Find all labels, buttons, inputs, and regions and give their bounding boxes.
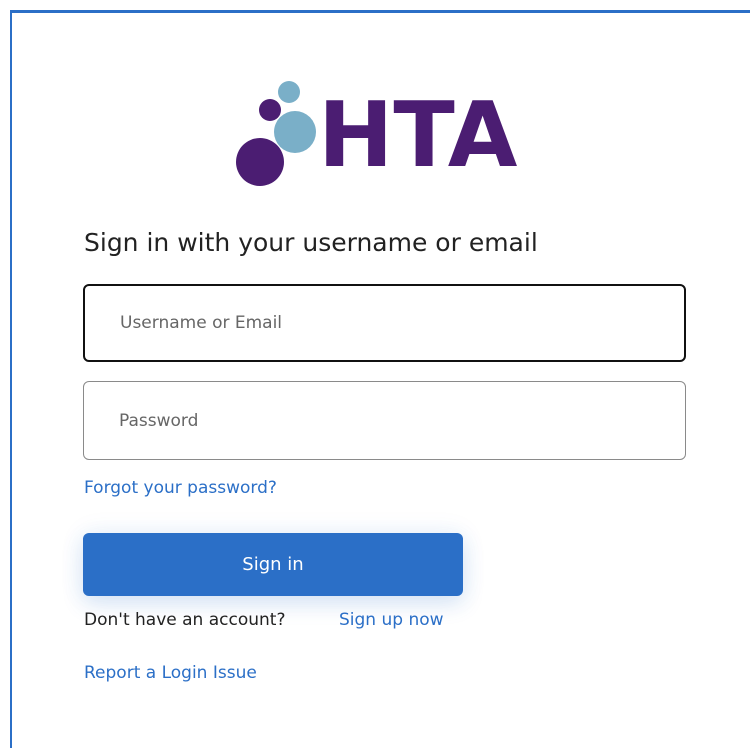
- username-input[interactable]: [83, 284, 686, 362]
- forgot-password-link[interactable]: Forgot your password?: [84, 477, 277, 499]
- logo-text: HTA: [318, 83, 518, 188]
- hta-logo: HTA: [236, 80, 536, 192]
- no-account-text: Don't have an account?: [84, 610, 286, 630]
- report-login-issue-link[interactable]: Report a Login Issue: [84, 662, 257, 684]
- sign-up-link[interactable]: Sign up now: [339, 609, 444, 631]
- logo-small-light-circle: [278, 81, 300, 103]
- sign-in-button[interactable]: Sign in: [83, 533, 463, 596]
- password-input[interactable]: [83, 381, 686, 460]
- page-title: Sign in with your username or email: [84, 228, 538, 257]
- login-window: HTA Sign in with your username or email …: [0, 0, 750, 748]
- logo-large-dark-circle: [236, 138, 284, 186]
- logo-large-light-circle: [274, 111, 316, 153]
- logo-circles-icon: [236, 81, 316, 186]
- logo-small-dark-circle: [259, 99, 281, 121]
